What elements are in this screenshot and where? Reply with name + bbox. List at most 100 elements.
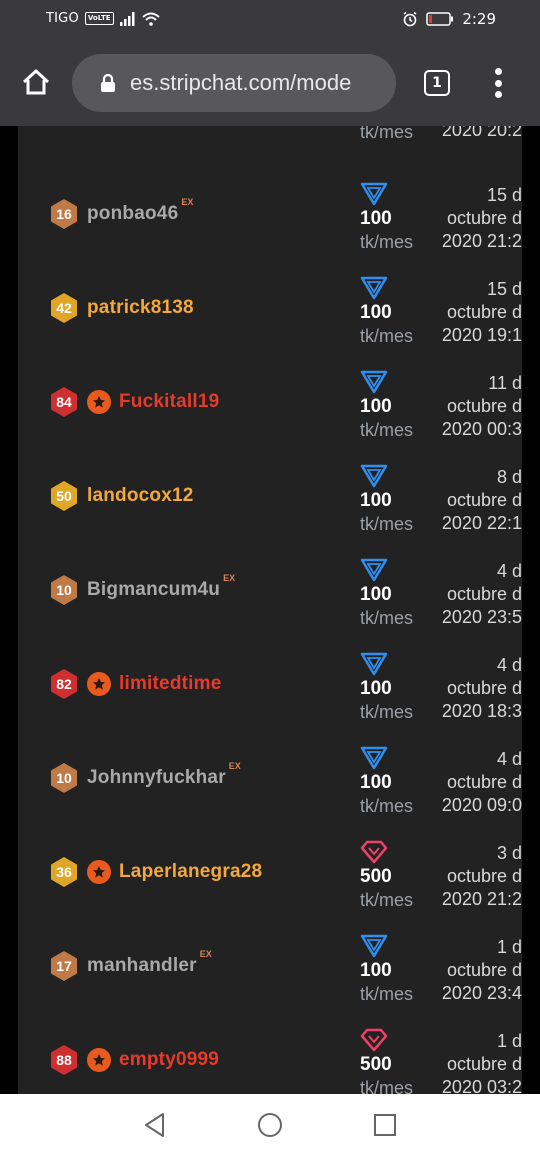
price-amount: 100 (360, 772, 392, 793)
user-cell[interactable]: 17 manhandler EX (49, 949, 212, 982)
username-link[interactable]: Laperlanegra28 (119, 861, 262, 883)
user-cell[interactable]: 42 patrick8138 (49, 292, 194, 324)
level-number: 10 (56, 582, 72, 598)
home-nav-button[interactable] (255, 1110, 285, 1140)
diamond-icon (360, 746, 388, 770)
diamond-icon (360, 370, 388, 394)
menu-dot (494, 91, 502, 98)
ex-badge: EX (228, 761, 241, 771)
list-item: 17 manhandler EX 100 tk/mes 1 d octubre … (18, 896, 522, 1004)
level-number: 16 (56, 206, 72, 222)
price-amount: 100 (360, 678, 392, 699)
username-link[interactable]: Johnnyfuckhar (87, 767, 226, 789)
diamond-icon (360, 464, 388, 488)
subscribers-list: tk/mes 2020 20:2 16 ponbao46 EX 100 tk/m… (18, 126, 522, 1094)
status-bar: TIGO VoLTE 2:29 (0, 0, 540, 40)
status-right: 2:29 (402, 10, 496, 28)
level-number: 84 (56, 394, 72, 410)
clock: 2:29 (462, 10, 496, 28)
date-line: octubre d (446, 1054, 522, 1074)
recents-button[interactable] (370, 1110, 400, 1140)
level-number: 10 (56, 770, 72, 786)
username-link[interactable]: patrick8138 (87, 297, 194, 319)
user-cell[interactable]: 16 ponbao46 EX (49, 197, 194, 230)
date-line: 1 d (496, 937, 522, 957)
username-link[interactable]: ponbao46 (87, 203, 178, 225)
list-item: 82 limitedtime 100 tk/mes 4 d octubre d … (18, 614, 522, 722)
diamond-icon (360, 934, 388, 958)
browser-toolbar: es.stripchat.com/mode 1 (0, 40, 540, 126)
address-bar[interactable]: es.stripchat.com/mode (72, 54, 396, 112)
list-item: 84 Fuckitall19 100 tk/mes 11 d octubre d… (18, 332, 522, 440)
date-line: 2020 03:2 (441, 1077, 522, 1094)
date-cell: 1 d octubre d 2020 03:2 (426, 1030, 522, 1094)
user-cell[interactable]: 84 Fuckitall19 (49, 386, 219, 418)
date-line: octubre d (446, 866, 522, 886)
price-unit: tk/mes (360, 1078, 414, 1094)
username-link[interactable]: limitedtime (119, 673, 222, 695)
level-number: 42 (56, 300, 72, 316)
user-cell[interactable]: 10 Johnnyfuckhar EX (49, 761, 241, 794)
menu-dot (494, 79, 502, 87)
username-link[interactable]: landocox12 (87, 485, 194, 507)
tab-switcher-button[interactable]: 1 (424, 70, 450, 96)
price-amount: 100 (360, 396, 392, 417)
date-line: 8 d (496, 467, 522, 487)
level-badge: 88 (49, 1044, 79, 1076)
status-left: TIGO VoLTE (46, 11, 160, 26)
list-item: 16 ponbao46 EX 100 tk/mes 15 d octubre d… (18, 144, 522, 252)
home-icon (22, 69, 50, 95)
volte-badge: VoLTE (84, 12, 114, 25)
level-number: 82 (56, 676, 72, 692)
username-link[interactable]: Bigmancum4u (87, 579, 220, 601)
user-cell[interactable]: 50 landocox12 (49, 480, 194, 512)
price-amount: 100 (360, 584, 392, 605)
gem-icon (360, 840, 388, 864)
price-amount: 500 (360, 866, 392, 887)
level-number: 88 (56, 1052, 72, 1068)
battery-icon (426, 12, 454, 26)
user-cell[interactable]: 36 Laperlanegra28 (49, 856, 262, 888)
overflow-menu-button[interactable] (490, 68, 506, 98)
gem-icon (360, 1028, 388, 1052)
date-line: octubre d (446, 960, 522, 980)
ex-badge: EX (223, 573, 236, 583)
username-link[interactable]: manhandler (87, 955, 197, 977)
date-line: 15 d (486, 185, 522, 205)
level-number: 17 (56, 958, 72, 974)
diamond-icon (360, 652, 388, 676)
price-cell: 500 tk/mes (360, 1028, 432, 1094)
date-line: octubre d (446, 772, 522, 792)
lock-icon (100, 73, 116, 93)
price-amount: 100 (360, 302, 392, 323)
star-icon (87, 672, 111, 696)
date-line: 4 d (496, 655, 522, 675)
alarm-icon (403, 11, 417, 27)
date-line: 4 d (496, 561, 522, 581)
back-icon (145, 1113, 164, 1137)
price-amount: 100 (360, 208, 392, 229)
home-button[interactable] (18, 64, 54, 100)
diamond-icon (360, 558, 388, 582)
username-link[interactable]: Fuckitall19 (119, 391, 219, 413)
date-line: octubre d (446, 396, 522, 416)
back-button[interactable] (140, 1110, 170, 1140)
date-line: 15 d (486, 279, 522, 299)
user-cell[interactable]: 82 limitedtime (49, 668, 222, 700)
user-cell[interactable]: 10 Bigmancum4u EX (49, 573, 236, 606)
list-item: 50 landocox12 100 tk/mes 8 d octubre d 2… (18, 426, 522, 534)
star-icon (87, 390, 111, 414)
date-line: 1 d (496, 1031, 522, 1051)
menu-dot (494, 68, 502, 75)
date-line: 3 d (496, 843, 522, 863)
star-icon (87, 1048, 111, 1072)
price-amount: 500 (360, 1054, 392, 1075)
diamond-icon (360, 182, 388, 206)
username-link[interactable]: empty0999 (119, 1049, 219, 1071)
level-badge: 10 (49, 574, 79, 606)
signal-icon (119, 11, 135, 26)
ex-badge: EX (181, 197, 194, 207)
level-badge: 50 (49, 480, 79, 512)
user-cell[interactable]: 88 empty0999 (49, 1044, 219, 1076)
date-line: octubre d (446, 302, 522, 322)
